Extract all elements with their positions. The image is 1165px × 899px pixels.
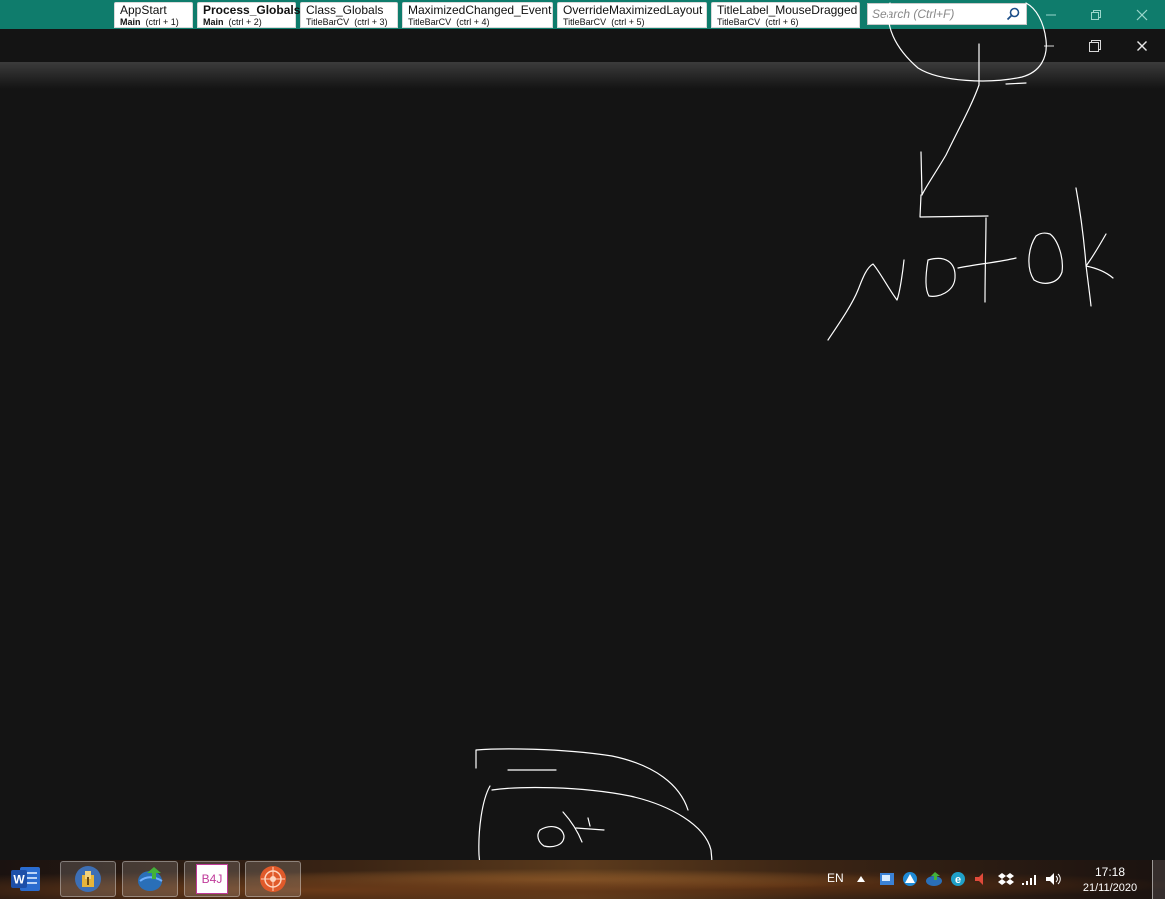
- dropbox-icon: [998, 873, 1014, 885]
- tab-module: Main: [203, 17, 224, 27]
- taskbar-target-app-button[interactable]: [245, 861, 301, 897]
- svg-text:e: e: [955, 874, 961, 886]
- tray-speaker-muted-button[interactable]: [972, 870, 990, 888]
- tab-shortcut: (ctrl + 4): [456, 17, 490, 27]
- clock-date[interactable]: 21/11/2020: [1077, 882, 1143, 894]
- tab-title: TitleLabel_MouseDragged: [717, 3, 858, 17]
- minimize-icon: [1044, 45, 1054, 46]
- tab-module: TitleBarCV: [408, 17, 452, 27]
- maximize-icon: [1089, 39, 1101, 52]
- tray-browser-button[interactable]: e: [949, 870, 967, 888]
- windows-taskbar: W B4J EN e 17:18 21/11/2020: [0, 860, 1165, 899]
- network-drive-icon: [880, 873, 894, 885]
- tab-module: Main: [120, 17, 141, 27]
- sync-icon: [903, 872, 917, 886]
- app-content-area: [0, 89, 1165, 860]
- app-title-bar[interactable]: [0, 29, 1165, 62]
- tab-process-globals[interactable]: Process_Globals Main (ctrl + 2): [197, 2, 301, 28]
- tab-shortcut: (ctrl + 6): [765, 17, 799, 27]
- download-icon: [926, 872, 942, 886]
- ide-minimize-button[interactable]: [1028, 0, 1074, 29]
- tab-title: Class_Globals: [306, 3, 384, 17]
- speaker-alert-icon: [975, 873, 983, 885]
- clock-time[interactable]: 17:18: [1083, 865, 1137, 879]
- word-icon: W: [11, 867, 40, 891]
- ide-restore-button[interactable]: [1073, 0, 1119, 29]
- taskbar-download-manager-button[interactable]: [122, 861, 178, 897]
- tray-dropbox-button[interactable]: [997, 870, 1015, 888]
- volume-icon: [1046, 873, 1061, 885]
- app-close-button[interactable]: [1119, 29, 1165, 62]
- download-manager-icon: [138, 867, 163, 891]
- tab-shortcut: (ctrl + 5): [611, 17, 645, 27]
- tab-module: TitleBarCV: [717, 17, 761, 27]
- b4j-icon: B4J: [196, 864, 228, 894]
- tray-wifi-button[interactable]: [1021, 870, 1039, 888]
- tab-shortcut: (ctrl + 1): [145, 17, 179, 27]
- taskbar-b4j-button[interactable]: B4J: [184, 861, 240, 897]
- tray-sync-button[interactable]: [901, 870, 919, 888]
- show-desktop-button[interactable]: [1152, 860, 1165, 899]
- ide-close-button[interactable]: [1119, 0, 1165, 29]
- search-box[interactable]: [867, 3, 1027, 25]
- taskbar-word-button[interactable]: W: [4, 862, 48, 896]
- tray-network-drive-button[interactable]: [878, 870, 896, 888]
- minimize-icon: [1046, 14, 1056, 15]
- edge-browser-icon: e: [951, 872, 965, 886]
- close-icon: [1137, 40, 1147, 51]
- tab-title: MaximizedChanged_Event: [408, 3, 552, 17]
- svg-text:W: W: [13, 873, 25, 887]
- tab-titlelabel-mousedragged[interactable]: TitleLabel_MouseDragged TitleBarCV (ctrl…: [711, 2, 860, 28]
- tab-title: OverrideMaximizedLayout: [563, 3, 703, 17]
- tab-title: AppStart: [120, 3, 167, 17]
- tray-overflow-button[interactable]: [852, 870, 870, 888]
- tray-volume-button[interactable]: [1045, 870, 1063, 888]
- tray-download-button[interactable]: [925, 870, 943, 888]
- restore-icon: [1091, 9, 1101, 20]
- tab-class-globals[interactable]: Class_Globals TitleBarCV (ctrl + 3): [300, 2, 398, 28]
- tab-module: TitleBarCV: [563, 17, 607, 27]
- tab-overridemaximizedlayout[interactable]: OverrideMaximizedLayout TitleBarCV (ctrl…: [557, 2, 707, 28]
- search-icon[interactable]: [1006, 7, 1020, 26]
- signal-bars-icon: [1022, 875, 1036, 885]
- close-icon: [1136, 9, 1148, 20]
- app-maximize-button[interactable]: [1072, 29, 1118, 62]
- ide-title-bar: AppStart Main (ctrl + 1) Process_Globals…: [0, 0, 1165, 29]
- tab-module: TitleBarCV: [306, 17, 350, 27]
- app-minimize-button[interactable]: [1026, 29, 1072, 62]
- target-app-icon: [260, 866, 286, 892]
- tab-shortcut: (ctrl + 2): [228, 17, 262, 27]
- tab-title: Process_Globals: [203, 3, 301, 17]
- tab-maximizedchanged-event[interactable]: MaximizedChanged_Event TitleBarCV (ctrl …: [402, 2, 553, 28]
- taskbar-installer-button[interactable]: [60, 861, 116, 897]
- input-language-indicator[interactable]: EN: [827, 871, 844, 885]
- installer-icon: [75, 866, 101, 892]
- tab-appstart[interactable]: AppStart Main (ctrl + 1): [114, 2, 193, 28]
- tab-shortcut: (ctrl + 3): [354, 17, 388, 27]
- search-input[interactable]: [872, 6, 1002, 22]
- chevron-up-icon: [857, 876, 865, 882]
- app-toolbar-strip: [0, 62, 1165, 89]
